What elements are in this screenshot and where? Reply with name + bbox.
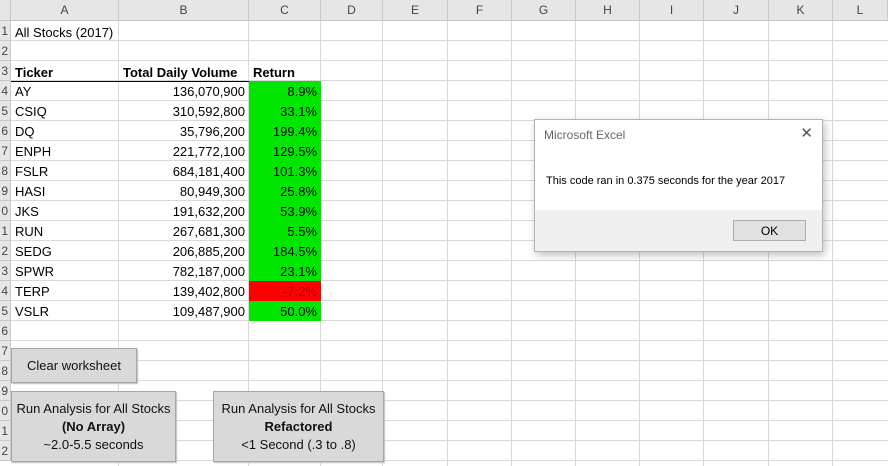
select-all-corner[interactable] — [0, 0, 11, 21]
volume-cell[interactable]: 109,487,900 — [119, 301, 249, 321]
close-icon[interactable]: ✕ — [800, 126, 813, 142]
ticker-cell[interactable]: FSLR — [11, 161, 119, 181]
run-no-array-line2: (No Array) — [61, 418, 126, 434]
row-header[interactable]: 2 — [0, 441, 11, 461]
row-header[interactable]: 4 — [0, 81, 11, 101]
run-refactored-line1: Run Analysis for All Stocks — [221, 400, 376, 416]
run-no-array-line1: Run Analysis for All Stocks — [16, 400, 171, 416]
ok-button[interactable]: OK — [733, 220, 806, 241]
return-cell[interactable]: 50.0% — [249, 301, 321, 321]
column-header-c[interactable]: C — [249, 0, 321, 21]
row-header[interactable]: 7 — [0, 141, 11, 161]
row-header[interactable]: 0 — [0, 401, 11, 421]
row-header[interactable]: 9 — [0, 181, 11, 201]
return-cell[interactable]: 23.1% — [249, 261, 321, 281]
return-cell[interactable]: 199.4% — [249, 121, 321, 141]
dialog-title: Microsoft Excel — [544, 128, 626, 142]
gridline-horizontal — [11, 60, 888, 61]
row-header[interactable]: 2 — [0, 41, 11, 61]
return-cell[interactable]: 101.3% — [249, 161, 321, 181]
clear-worksheet-button[interactable]: Clear worksheet — [11, 348, 137, 383]
volume-cell[interactable]: 684,181,400 — [119, 161, 249, 181]
column-header-l[interactable]: L — [833, 0, 888, 21]
row-header[interactable]: 6 — [0, 321, 11, 341]
ticker-cell[interactable]: DQ — [11, 121, 119, 141]
ok-button-label: OK — [760, 223, 779, 238]
gridline-horizontal — [11, 380, 888, 381]
column-header-d[interactable]: D — [321, 0, 383, 21]
ticker-cell[interactable]: CSIQ — [11, 101, 119, 121]
return-cell[interactable]: 25.8% — [249, 181, 321, 201]
row-header[interactable]: 8 — [0, 161, 11, 181]
return-cell[interactable]: 8.9% — [249, 81, 321, 101]
volume-cell[interactable]: 136,070,900 — [119, 81, 249, 101]
run-analysis-refactored-button[interactable]: Run Analysis for All Stocks Refactored <… — [213, 391, 384, 462]
header-return[interactable]: Return — [249, 62, 321, 82]
row-header[interactable]: 1 — [0, 221, 11, 241]
volume-cell[interactable]: 221,772,100 — [119, 141, 249, 161]
row-header[interactable]: 5 — [0, 101, 11, 121]
return-cell[interactable]: 53.9% — [249, 201, 321, 221]
column-header-h[interactable]: H — [576, 0, 640, 21]
column-header-g[interactable]: G — [512, 0, 576, 21]
dialog-footer: OK — [535, 210, 822, 251]
header-total-daily-volume[interactable]: Total Daily Volume — [119, 62, 249, 82]
row-header[interactable]: 6 — [0, 121, 11, 141]
volume-cell[interactable]: 191,632,200 — [119, 201, 249, 221]
row-header[interactable]: 1 — [0, 21, 11, 41]
ticker-cell[interactable]: JKS — [11, 201, 119, 221]
row-header[interactable]: 2 — [0, 241, 11, 261]
sheet-title-cell[interactable]: All Stocks (2017) — [11, 22, 191, 42]
clear-worksheet-label: Clear worksheet — [27, 357, 121, 373]
run-refactored-line2: Refactored — [264, 418, 333, 434]
ticker-cell[interactable]: ENPH — [11, 141, 119, 161]
row-header[interactable]: 7 — [0, 341, 11, 361]
volume-cell[interactable]: 267,681,300 — [119, 221, 249, 241]
run-refactored-line3: <1 Second (.3 to .8) — [241, 436, 356, 452]
row-header[interactable]: 8 — [0, 361, 11, 381]
row-header[interactable]: 0 — [0, 201, 11, 221]
ticker-cell[interactable]: TERP — [11, 281, 119, 301]
ticker-cell[interactable]: RUN — [11, 221, 119, 241]
gridline-horizontal — [11, 360, 888, 361]
ticker-cell[interactable]: AY — [11, 81, 119, 101]
ticker-cell[interactable]: SPWR — [11, 261, 119, 281]
worksheet[interactable]: ABCDEFGHIJKL 1234567890123456789012 All … — [0, 0, 888, 466]
header-ticker[interactable]: Ticker — [11, 62, 119, 82]
ticker-cell[interactable]: SEDG — [11, 241, 119, 261]
column-header-j[interactable]: J — [704, 0, 769, 21]
row-header[interactable]: 5 — [0, 301, 11, 321]
row-header[interactable]: 3 — [0, 261, 11, 281]
return-cell[interactable]: 184.5% — [249, 241, 321, 261]
volume-cell[interactable]: 139,402,800 — [119, 281, 249, 301]
dialog-message: This code ran in 0.375 seconds for the y… — [546, 175, 786, 187]
return-cell[interactable]: 5.5% — [249, 221, 321, 241]
return-cell[interactable]: -7.2% — [249, 281, 321, 301]
gridline-horizontal — [11, 340, 888, 341]
column-header-k[interactable]: K — [769, 0, 833, 21]
ticker-cell[interactable]: HASI — [11, 181, 119, 201]
column-header-e[interactable]: E — [383, 0, 448, 21]
column-header-f[interactable]: F — [448, 0, 512, 21]
volume-cell[interactable]: 782,187,000 — [119, 261, 249, 281]
run-analysis-no-array-button[interactable]: Run Analysis for All Stocks (No Array) ~… — [11, 391, 176, 462]
column-header-a[interactable]: A — [11, 0, 119, 21]
row-header[interactable]: 3 — [0, 61, 11, 81]
volume-cell[interactable]: 80,949,300 — [119, 181, 249, 201]
run-no-array-line3: ~2.0-5.5 seconds — [43, 436, 144, 452]
row-header[interactable]: 1 — [0, 421, 11, 441]
volume-cell[interactable]: 206,885,200 — [119, 241, 249, 261]
volume-cell[interactable]: 310,592,800 — [119, 101, 249, 121]
ticker-cell[interactable]: VSLR — [11, 301, 119, 321]
column-header-i[interactable]: I — [640, 0, 704, 21]
return-cell[interactable]: 129.5% — [249, 141, 321, 161]
row-header[interactable]: 4 — [0, 281, 11, 301]
column-header-b[interactable]: B — [119, 0, 249, 21]
volume-cell[interactable]: 35,796,200 — [119, 121, 249, 141]
message-box-dialog: Microsoft Excel ✕ This code ran in 0.375… — [534, 119, 823, 252]
return-cell[interactable]: 33.1% — [249, 101, 321, 121]
row-header[interactable]: 9 — [0, 381, 11, 401]
